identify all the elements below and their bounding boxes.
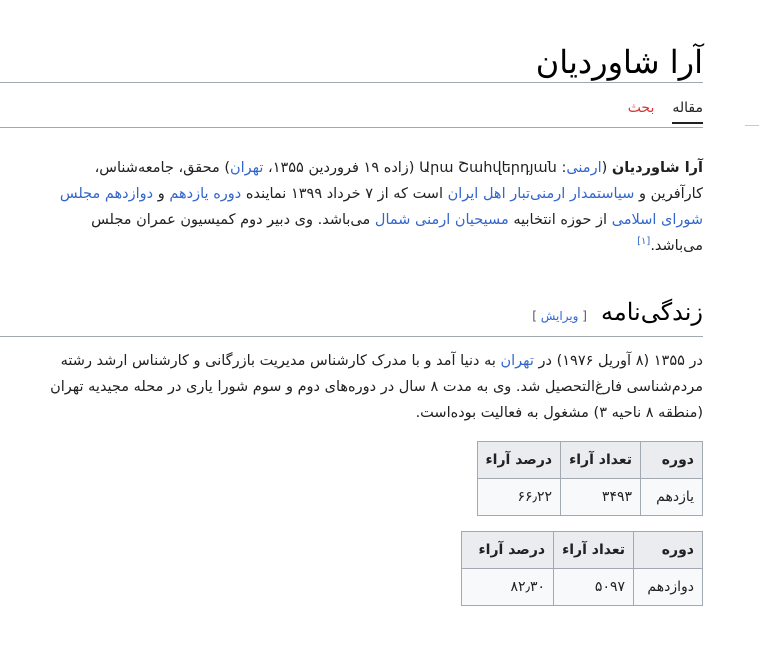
edit-section: [ ویرایش ] <box>532 309 587 323</box>
biography-heading: زندگی‌نامه [ ویرایش ] <box>532 298 703 326</box>
heading-divider <box>0 336 703 337</box>
election-table-twelfth: دوره تعداد آراء درصد آراء دوازدهم ۵۰۹۷ ۸… <box>461 531 703 606</box>
armenian-language-link[interactable]: ارمنی <box>566 160 601 176</box>
cell-term: دوازدهم <box>633 568 703 606</box>
table-row: یازدهم ۳۴۹۳ ۶۶٫۲۲ <box>476 478 703 516</box>
header-percent: درصد آراء <box>461 531 555 569</box>
lead-paragraph: آرا شاوردیان (ارمنی: Արա Շահվերդյան (زاد… <box>59 160 703 254</box>
table-header-row: دوره تعداد آراء درصد آراء <box>476 441 703 479</box>
cell-percent: ۸۲٫۳۰ <box>461 568 555 606</box>
cell-term: یازدهم <box>640 478 703 516</box>
conjunction-text: و <box>153 186 170 202</box>
biography-tehran-link[interactable]: تهران <box>501 353 534 369</box>
page-title: آرا شاوردیان <box>535 43 703 81</box>
edit-section-link[interactable]: ویرایش <box>541 309 579 323</box>
native-name: : Արա Շահվերդյան <box>419 160 567 176</box>
tehran-link[interactable]: تهران <box>230 160 263 176</box>
election-table-eleventh: دوره تعداد آراء درصد آراء یازدهم ۳۴۹۳ ۶۶… <box>476 441 703 516</box>
header-term: دوره <box>633 531 703 569</box>
header-term: دوره <box>640 441 703 479</box>
reference-link[interactable]: [۱] <box>637 236 650 247</box>
cell-votes: ۳۴۹۳ <box>560 478 641 516</box>
biography-text-start: در ۱۳۵۵ (۸ آوریل ۱۹۷۶) در <box>533 353 704 369</box>
header-votes: تعداد آراء <box>560 441 641 479</box>
title-divider <box>0 82 703 83</box>
article-page: آرا شاوردیان مقاله بحث آرا شاوردیان (ارم… <box>0 0 759 645</box>
header-votes: تعداد آراء <box>553 531 634 569</box>
iranian-armenians-link[interactable]: ارمنی‌تبار اهل ایران <box>448 186 566 202</box>
edit-bracket-close: ] <box>532 309 541 323</box>
representative-text: است که از ۷ خرداد ۱۳۹۹ نماینده <box>241 186 448 202</box>
northern-armenians-link[interactable]: مسیحیان ارمنی شمال <box>375 212 509 228</box>
eleventh-term-link[interactable]: دوره یازدهم <box>169 186 241 202</box>
table-row: دوازدهم ۵۰۹۷ ۸۲٫۳۰ <box>461 568 703 606</box>
edit-bracket-open: [ <box>578 309 587 323</box>
biography-paragraph: در ۱۳۵۵ (۸ آوریل ۱۹۷۶) در تهران به دنیا … <box>43 348 703 426</box>
tabs-divider <box>0 127 703 128</box>
tab-article[interactable]: مقاله <box>672 98 703 124</box>
cell-votes: ۵۰۹۷ <box>553 568 634 606</box>
namespace-tabs: مقاله بحث <box>628 98 703 124</box>
header-percent: درصد آراء <box>476 441 562 479</box>
table-header-row: دوره تعداد آراء درصد آراء <box>461 531 703 569</box>
birth-text: (زاده ۱۹ فروردین ۱۳۵۵، <box>263 160 420 176</box>
politician-link[interactable]: سیاستمدار <box>570 186 635 202</box>
subject-name: آرا شاوردیان <box>611 160 703 176</box>
tab-talk[interactable]: بحث <box>628 98 655 124</box>
cell-percent: ۶۶٫۲۲ <box>476 478 562 516</box>
section-title: زندگی‌نامه <box>600 298 703 326</box>
district-text: از حوزه انتخابیه <box>508 212 612 228</box>
tabs-divider-edge <box>745 125 759 126</box>
